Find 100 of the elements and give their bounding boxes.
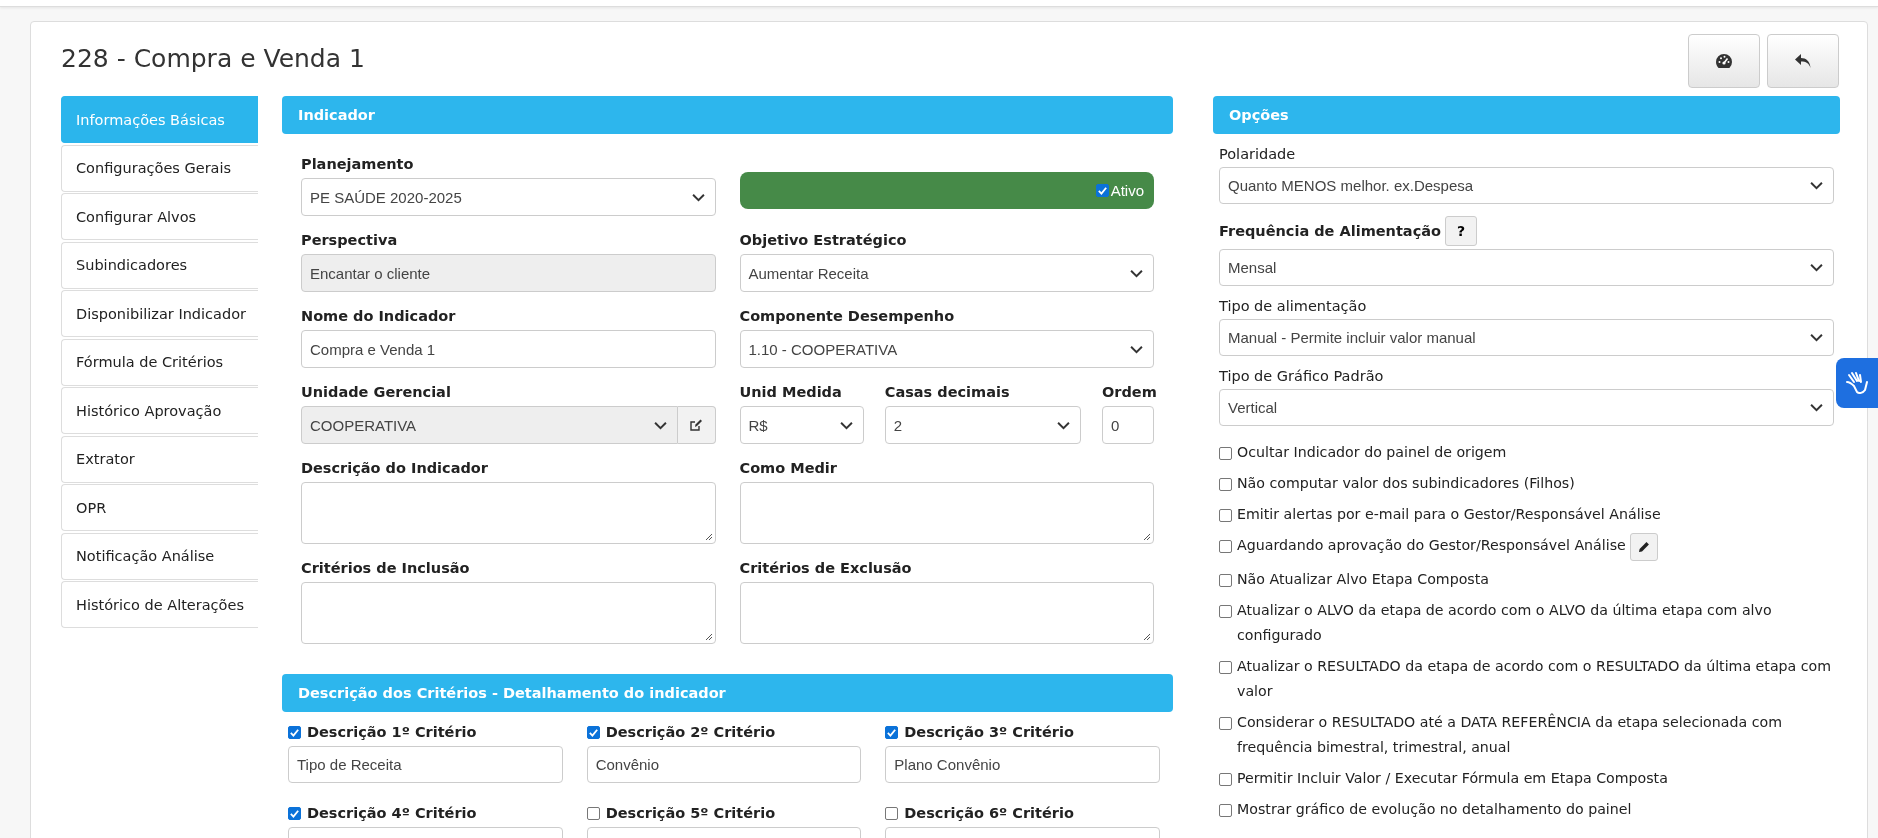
dropdown[interactable]: 2 [884, 406, 1081, 444]
checkbox-label: Atualizar o ALVO da etapa de acordo com o ALVO da última etapa com alvo configurado [1237, 601, 1773, 645]
field-label: Casas decimais [884, 384, 1011, 400]
field-label: Descrição 1º Critério [307, 724, 477, 740]
field-label: Frequência de Alimentação [1219, 223, 1441, 239]
help-button[interactable]: ? [1444, 216, 1477, 246]
chevron-down-icon [1130, 268, 1143, 278]
chevron-down-icon [1810, 403, 1823, 412]
checkbox-label: Não Atualizar Alvo Etapa Composta [1237, 570, 1489, 589]
checkbox[interactable] [1219, 661, 1232, 674]
checkbox-label: Ocultar Indicador do painel de origem [1237, 443, 1507, 462]
sidebar-tab[interactable]: Histórico Aprovação [61, 387, 258, 434]
dropdown[interactable]: R$ [739, 406, 864, 444]
field-label: Ordem [1102, 384, 1154, 400]
sidebar-tab[interactable]: Subindicadores [61, 241, 258, 289]
field-label: Descrição 3º Critério [904, 724, 1074, 740]
checkbox[interactable] [1095, 184, 1109, 197]
field-label: Polaridade [1219, 146, 1297, 162]
text-field[interactable]: Convênio [586, 746, 862, 783]
gauge-icon [1715, 53, 1733, 69]
field-label: Unid Medida [739, 384, 843, 400]
dropdown[interactable]: PE SAÚDE 2020-2025 [301, 178, 716, 216]
checkbox-label: Mostrar gráfico de evolução no detalhamento do painel [1237, 800, 1632, 819]
checkbox[interactable] [1219, 509, 1232, 522]
checkbox[interactable] [1219, 605, 1232, 618]
section-header: Descrição dos Critérios - Detalhamento do indicador [282, 674, 1173, 712]
sidebar-tab[interactable]: Configurações Gerais [61, 144, 258, 192]
dashboard-button[interactable] [1688, 34, 1760, 88]
chevron-down-icon [1056, 420, 1070, 430]
field-label: Componente Desempenho [739, 308, 956, 324]
checkbox-label: Emitir alertas por e-mail para o Gestor/Responsável Análise [1237, 505, 1661, 524]
checkbox-label: Aguardando aprovação do Gestor/Responsável Análise [1237, 536, 1626, 555]
dropdown[interactable]: Vertical [1219, 389, 1834, 426]
dropdown[interactable]: Mensal [1219, 249, 1834, 286]
edit-icon [689, 418, 703, 432]
checkbox[interactable] [1219, 478, 1232, 491]
field-label: Planejamento [301, 156, 415, 172]
checkbox[interactable] [885, 725, 899, 739]
field-label: Descrição do Indicador [301, 460, 489, 476]
checkbox-label: Não computar valor dos subindicadores (Filhos) [1237, 474, 1575, 493]
sidebar-tab[interactable]: Disponibilizar Indicador [61, 290, 258, 337]
resize-grip-icon [1143, 533, 1151, 541]
checkbox[interactable] [885, 806, 899, 820]
status-label: Ativo [1110, 182, 1144, 199]
checkbox[interactable] [586, 806, 600, 820]
chevron-down-icon [1130, 344, 1143, 354]
sidebar-tab[interactable]: Extrator [61, 435, 258, 483]
chevron-down-icon [691, 192, 705, 202]
field-label: Critérios de Inclusão [301, 560, 471, 576]
dropdown[interactable]: Quanto MENOS melhor. ex.Despesa [1219, 167, 1834, 204]
sidebar-tab[interactable]: Notificação Análise [61, 532, 258, 580]
text-field[interactable]: 0 [1102, 406, 1154, 444]
chevron-down-icon [1810, 333, 1823, 342]
field-label: Descrição 4º Critério [307, 805, 477, 821]
checkbox[interactable] [1219, 804, 1232, 817]
field-label: Unidade Gerencial [301, 384, 452, 400]
dropdown[interactable]: Aumentar Receita [739, 254, 1154, 292]
checkbox[interactable] [1219, 540, 1232, 553]
text-field[interactable]: Tipo de Receita [288, 746, 563, 783]
resize-grip-icon [704, 633, 713, 641]
dropdown[interactable]: 1.10 - COOPERATIVA [739, 330, 1154, 368]
field-label: Tipo de alimentação [1219, 298, 1368, 314]
resize-grip-icon [1143, 633, 1151, 641]
field-label: Nome do Indicador [301, 308, 457, 324]
text-field[interactable]: Compra e Venda 1 [301, 330, 716, 368]
field-label: Descrição 5º Critério [605, 805, 776, 821]
field-label: Descrição 2º Critério [605, 724, 776, 740]
field-label: Descrição 6º Critério [904, 805, 1074, 821]
checkbox[interactable] [1219, 447, 1232, 460]
section-header: Indicador [282, 96, 1173, 134]
text-field[interactable]: Plano Convênio [885, 746, 1160, 783]
sidebar-tab[interactable]: Fórmula de Critérios [61, 338, 258, 386]
checkbox[interactable] [288, 806, 301, 820]
resize-grip-icon [704, 533, 713, 541]
accessibility-button[interactable] [1836, 358, 1878, 408]
checkbox-label: Atualizar o RESULTADO da etapa de acordo com o RESULTADO da última etapa com valor [1237, 657, 1833, 701]
section-header: Opções [1213, 96, 1840, 134]
field-label: Critérios de Exclusão [739, 560, 913, 576]
checkbox[interactable] [1219, 717, 1232, 730]
checkbox-label: Considerar o RESULTADO até a DATA REFERÊNCIA da etapa selecionada com frequência bimestral, trimestral, anual [1237, 712, 1783, 757]
field-label: Perspectiva [301, 232, 399, 248]
chevron-down-icon [839, 420, 853, 430]
sidebar-tab[interactable]: Configurar Alvos [61, 193, 258, 240]
chevron-down-icon [653, 420, 667, 430]
field-label: Objetivo Estratégico [739, 232, 908, 248]
checkbox[interactable] [1219, 773, 1232, 786]
checkbox[interactable] [1219, 574, 1232, 587]
checkbox[interactable] [586, 725, 600, 739]
checkbox[interactable] [288, 725, 301, 739]
reply-arrow-icon [1794, 53, 1812, 69]
sidebar-tab[interactable]: OPR [61, 484, 258, 531]
chevron-down-icon [1810, 181, 1823, 190]
edit-button[interactable] [1629, 533, 1658, 561]
checkbox-label: Permitir Incluir Valor / Executar Fórmula em Etapa Composta [1237, 769, 1668, 788]
field-label: Como Medir [739, 460, 838, 476]
field-label: Tipo de Gráfico Padrão [1219, 368, 1385, 384]
sidebar-tab[interactable]: Histórico de Alterações [61, 581, 258, 628]
dropdown[interactable]: Manual - Permite incluir valor manual [1219, 319, 1834, 356]
chevron-down-icon [1810, 263, 1823, 272]
page-title: 228 - Compra e Venda 1 [61, 43, 365, 73]
